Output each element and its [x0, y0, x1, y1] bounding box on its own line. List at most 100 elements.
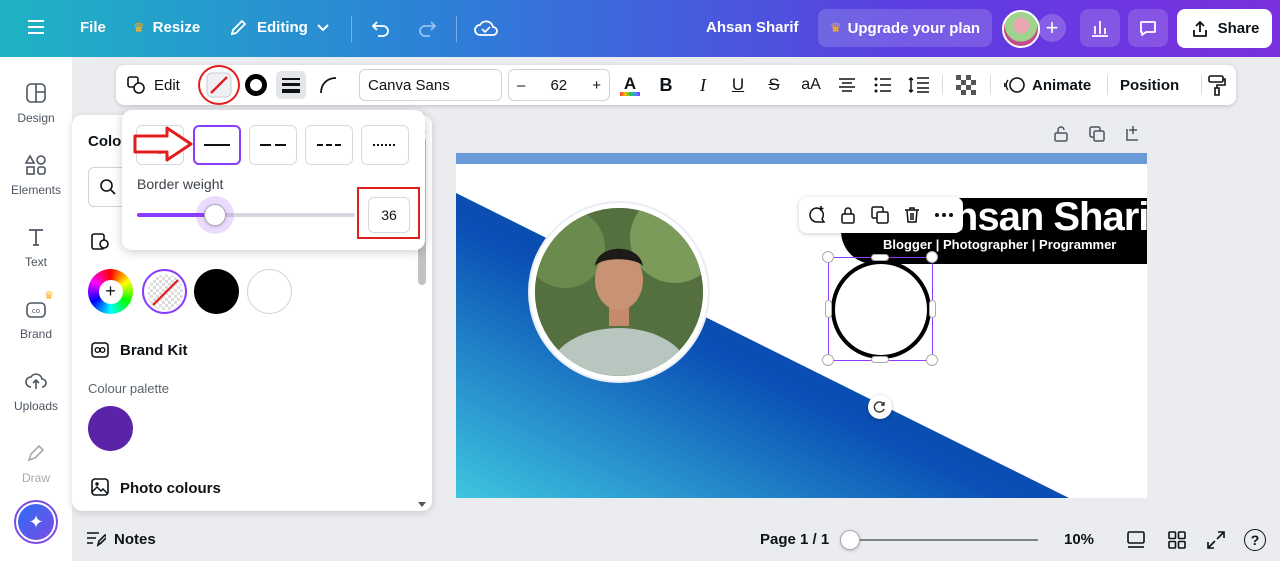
dash-icon — [317, 144, 341, 146]
resize-handle[interactable] — [822, 251, 834, 263]
profile-photo[interactable] — [530, 203, 708, 381]
border-dotted-option[interactable] — [361, 125, 409, 165]
divider — [942, 75, 943, 95]
resize-handle[interactable] — [871, 356, 889, 363]
annotation-arrow — [133, 126, 193, 162]
black-swatch[interactable] — [194, 269, 239, 314]
divider — [990, 75, 991, 95]
corner-rounding-button[interactable] — [316, 65, 340, 105]
subtitle-text[interactable]: Blogger | Photographer | Programmer — [883, 237, 1116, 252]
text-colour-button[interactable]: A — [619, 65, 641, 105]
strikethrough-button[interactable]: S — [765, 65, 783, 105]
zoom-slider-thumb[interactable] — [840, 530, 860, 550]
scroll-down-arrow[interactable] — [418, 502, 426, 507]
redo-icon[interactable] — [416, 17, 438, 39]
border-dash-option[interactable] — [305, 125, 353, 165]
rail-item-draw[interactable]: Draw — [0, 441, 72, 485]
resize-handle[interactable] — [929, 300, 936, 318]
border-weight-button[interactable] — [276, 71, 306, 99]
font-size-stepper[interactable]: – 62 + — [508, 69, 610, 101]
increase-size-button[interactable]: + — [592, 77, 601, 94]
more-options-icon[interactable] — [933, 205, 955, 225]
zoom-level[interactable]: 10% — [1064, 531, 1094, 548]
rail-item-brand[interactable]: co Brand — [0, 297, 72, 341]
transparency-icon[interactable] — [954, 65, 978, 105]
menu-icon[interactable] — [26, 17, 46, 37]
font-family-dropdown[interactable]: Canva Sans — [359, 69, 502, 101]
slider-thumb[interactable] — [204, 204, 226, 226]
line-weight-icon — [282, 78, 300, 93]
decrease-size-button[interactable]: – — [517, 77, 525, 94]
rail-item-uploads[interactable]: Uploads — [0, 369, 72, 413]
border-weight-slider[interactable] — [137, 196, 355, 234]
notes-button[interactable]: Notes — [86, 530, 156, 548]
add-page-icon[interactable] — [1124, 124, 1142, 147]
add-collaborator-button[interactable]: + — [1038, 14, 1066, 42]
border-colour-button[interactable] — [243, 65, 269, 105]
page-indicator[interactable]: Page 1 / 1 — [760, 531, 829, 548]
grid-view-icon[interactable] — [1167, 530, 1187, 550]
avatar[interactable] — [1002, 10, 1040, 48]
insights-button[interactable] — [1080, 9, 1120, 47]
align-center-icon[interactable] — [836, 65, 858, 105]
rotate-handle[interactable] — [868, 395, 892, 419]
crown-icon: ♛ — [829, 20, 842, 35]
file-menu[interactable]: File — [80, 19, 106, 36]
line-spacing-icon[interactable] — [907, 65, 931, 105]
underline-button[interactable]: U — [729, 65, 747, 105]
magic-assistant-button[interactable]: ✦ — [14, 500, 58, 544]
lock-icon[interactable] — [838, 205, 858, 225]
border-weight-label: Border weight — [137, 176, 224, 192]
edit-shapes-icon — [127, 76, 145, 94]
no-colour-swatch[interactable] — [142, 269, 187, 314]
animate-label: Animate — [1032, 76, 1092, 94]
cloud-saved-icon[interactable] — [474, 17, 498, 39]
resize-handle[interactable] — [822, 354, 834, 366]
duplicate-page-icon[interactable] — [1088, 125, 1106, 148]
rail-item-elements[interactable]: Elements — [0, 153, 72, 197]
fullscreen-icon[interactable] — [1206, 530, 1226, 550]
italic-button[interactable]: I — [694, 65, 712, 105]
rail-item-text[interactable]: Text — [0, 225, 72, 269]
white-swatch[interactable] — [247, 269, 292, 314]
pages-view-icon[interactable] — [1126, 530, 1146, 550]
rail-item-design[interactable]: Design — [0, 81, 72, 125]
border-solid-option[interactable] — [193, 125, 241, 165]
border-long-dash-option[interactable] — [249, 125, 297, 165]
rotate-icon — [873, 401, 885, 413]
colour-palette-label: Colour palette — [88, 381, 169, 396]
palette-purple-swatch[interactable] — [88, 406, 133, 451]
rail-label: Design — [17, 111, 55, 125]
editing-dropdown[interactable]: Editing — [229, 17, 330, 37]
resize-handle[interactable] — [926, 251, 938, 263]
animate-button[interactable]: Animate — [1004, 65, 1091, 105]
resize-handle[interactable] — [825, 300, 832, 318]
trash-icon[interactable] — [902, 205, 922, 225]
font-size-value[interactable]: 62 — [550, 77, 567, 94]
resize-handle[interactable] — [871, 254, 889, 261]
bold-button[interactable]: B — [657, 65, 675, 105]
bar-chart-icon — [1092, 21, 1108, 37]
comments-button[interactable] — [1128, 9, 1168, 47]
help-button[interactable]: ? — [1244, 529, 1266, 551]
zoom-slider[interactable] — [840, 530, 1038, 550]
list-icon[interactable] — [872, 65, 894, 105]
ring-icon — [245, 74, 267, 96]
resize-button[interactable]: ♛ Resize — [133, 19, 200, 36]
add-colour-swatch[interactable]: + — [88, 269, 133, 314]
share-label: Share — [1217, 20, 1260, 37]
resize-label: Resize — [152, 19, 201, 36]
annotation-highlight-box — [357, 187, 420, 239]
letter-case-button[interactable]: aA — [798, 65, 824, 105]
selected-circle[interactable] — [831, 260, 931, 359]
add-comment-icon[interactable] — [807, 205, 827, 225]
share-button[interactable]: Share — [1177, 9, 1272, 48]
copy-style-icon[interactable] — [1206, 65, 1228, 105]
resize-handle[interactable] — [926, 354, 938, 366]
duplicate-icon[interactable] — [870, 205, 890, 225]
lock-page-icon[interactable] — [1052, 125, 1070, 148]
position-button[interactable]: Position — [1120, 65, 1179, 105]
undo-icon[interactable] — [370, 17, 392, 39]
edit-button[interactable]: Edit — [126, 65, 180, 105]
upgrade-button[interactable]: ♛ Upgrade your plan — [818, 9, 992, 47]
